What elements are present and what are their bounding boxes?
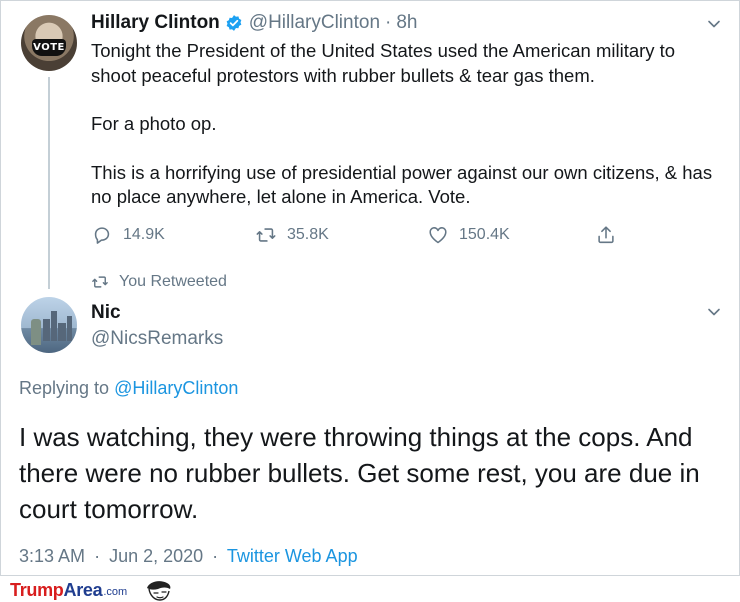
author-handle[interactable]: @HillaryClinton	[249, 12, 380, 34]
tweet-paragraph: Tonight the President of the United Stat…	[91, 40, 676, 86]
separator-dot: ·	[385, 12, 392, 33]
tweet-time[interactable]: 3:13 AM	[19, 546, 85, 566]
verified-badge-icon	[226, 15, 242, 31]
caricature-logo-icon	[147, 581, 171, 601]
avatar-statue	[31, 319, 41, 345]
thread-connector-line	[48, 77, 50, 289]
chevron-down-icon[interactable]	[707, 305, 721, 319]
reply-count: 14.9K	[123, 226, 165, 243]
avatar-mask-text: VOTE	[32, 39, 66, 56]
tweet-metadata: 3:13 AM · Jun 2, 2020 · Twitter Web App	[19, 546, 358, 567]
tweet-timestamp[interactable]: 8h	[396, 12, 417, 34]
avatar-building	[43, 319, 50, 341]
share-button[interactable]	[595, 223, 627, 247]
reply-icon	[94, 227, 110, 244]
avatar[interactable]: VOTE	[21, 15, 77, 71]
watermark-part-1: Trump	[10, 579, 64, 600]
retweet-button[interactable]: 35.8K	[255, 223, 329, 247]
author-name[interactable]: Hillary Clinton	[91, 12, 220, 34]
author-handle[interactable]: @NicsRemarks	[91, 328, 223, 350]
like-button[interactable]: 150.4K	[427, 223, 510, 247]
share-icon	[598, 226, 614, 244]
watermark-part-2: Area	[63, 579, 103, 600]
avatar[interactable]	[21, 297, 77, 353]
source-app-link[interactable]: Twitter Web App	[227, 546, 358, 566]
avatar-building	[51, 311, 57, 341]
tweet-text: I was watching, they were throwing thing…	[19, 422, 700, 524]
heart-icon	[429, 227, 447, 244]
avatar-building	[67, 316, 72, 341]
like-count: 150.4K	[459, 226, 510, 243]
avatar-building	[58, 323, 66, 341]
tweet-paragraph: This is a horrifying use of presidential…	[91, 161, 713, 208]
tweet-text: Tonight the President of the United Stat…	[91, 39, 721, 210]
retweet-icon	[92, 276, 108, 288]
tweet-header: Hillary Clinton @HillaryClinton · 8h	[91, 12, 417, 34]
retweet-count: 35.8K	[287, 226, 329, 243]
watermark-part-3: .com	[103, 586, 128, 598]
site-watermark: Trump Area .com	[10, 578, 177, 602]
tweet-actions: 14.9K 35.8K 150.4K	[91, 223, 631, 247]
reply-button[interactable]: 14.9K	[91, 223, 165, 247]
tweet-paragraph: For a photo op.	[91, 113, 217, 134]
chevron-down-icon[interactable]	[707, 17, 721, 31]
tweet-date[interactable]: Jun 2, 2020	[109, 546, 203, 566]
separator-dot: ·	[94, 546, 101, 566]
tweet-thread: VOTE Hillary Clinton @HillaryClinton · 8…	[0, 0, 740, 576]
replying-to-label: Replying to	[19, 378, 110, 398]
author-name[interactable]: Nic	[91, 302, 121, 324]
retweet-notice: You Retweeted	[91, 273, 227, 291]
retweet-icon	[256, 228, 276, 242]
separator-dot: ·	[212, 546, 219, 566]
retweet-notice-label: You Retweeted	[119, 273, 227, 290]
replying-to-line: Replying to @HillaryClinton	[19, 378, 238, 399]
mention-link[interactable]: @HillaryClinton	[114, 378, 238, 398]
